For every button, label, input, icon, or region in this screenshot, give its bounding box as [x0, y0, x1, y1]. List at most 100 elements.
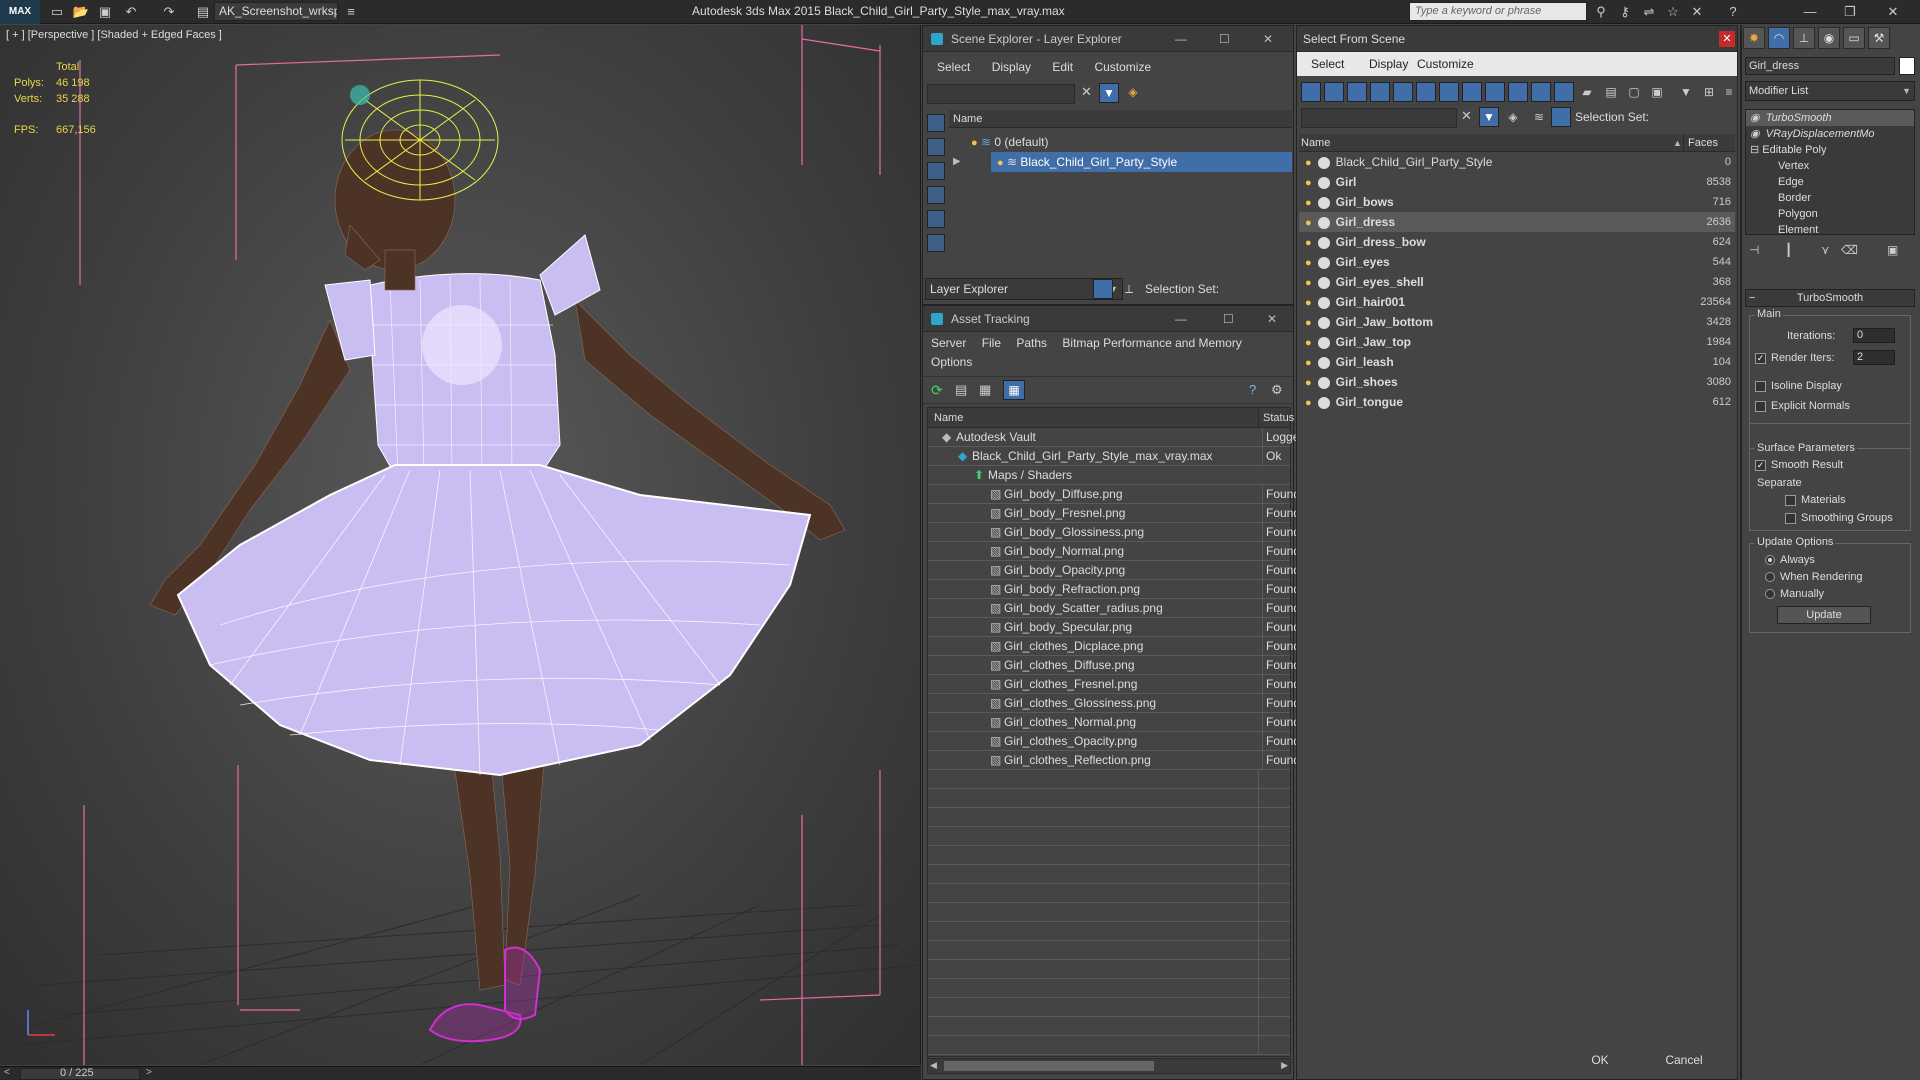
light-bulb-icon[interactable]: ●: [971, 137, 978, 149]
clear-find-icon[interactable]: ✕: [1081, 84, 1092, 100]
asset-row[interactable]: ▧ Girl_body_Fresnel.png Found: [928, 504, 1298, 523]
object-row[interactable]: ● Girl 8538: [1299, 172, 1735, 192]
light-bulb-icon[interactable]: ●: [1305, 397, 1312, 409]
layer-options-icon[interactable]: ◈: [1123, 83, 1143, 103]
asset-row[interactable]: ▧ Girl_body_Specular.png Found: [928, 618, 1298, 637]
menu-paths[interactable]: Paths: [1016, 336, 1047, 350]
table-view-icon[interactable]: ▦: [1003, 380, 1025, 400]
subobject-border[interactable]: Border: [1746, 190, 1914, 206]
iterations-spinner[interactable]: 0: [1853, 328, 1895, 343]
column-header-name[interactable]: Name: [934, 408, 963, 428]
pin-stack-icon[interactable]: ⊣: [1749, 243, 1759, 257]
collapse-icon[interactable]: ⊟: [1750, 144, 1759, 156]
display-spacewarps-icon[interactable]: [927, 234, 945, 252]
select-none-icon[interactable]: ▢: [1624, 82, 1644, 102]
asset-row[interactable]: ⬆ Maps / Shaders: [928, 466, 1290, 485]
display-shapes-icon[interactable]: [927, 138, 945, 156]
object-row[interactable]: ● Girl_leash 104: [1299, 352, 1735, 372]
update-button[interactable]: Update: [1777, 606, 1871, 624]
filter-icon[interactable]: ▼: [1676, 82, 1696, 102]
object-row[interactable]: ● Girl_hair001 23564: [1299, 292, 1735, 312]
hierarchy-icon[interactable]: ⊞: [1699, 82, 1719, 102]
display-shapes-icon[interactable]: [1324, 82, 1344, 102]
light-bulb-icon[interactable]: ●: [1305, 297, 1312, 309]
configure-sets-icon[interactable]: ▣: [1887, 243, 1898, 257]
tree-view-icon[interactable]: ▦: [979, 382, 991, 398]
perspective-viewport[interactable]: [ + ] [Perspective ] [Shaded + Edged Fac…: [0, 25, 921, 1065]
exchange-icon[interactable]: ✕: [1688, 3, 1706, 21]
light-bulb-icon[interactable]: ●: [1305, 257, 1312, 269]
object-row[interactable]: ● Black_Child_Girl_Party_Style 0: [1299, 152, 1735, 172]
object-row[interactable]: ● Girl_eyes_shell 368: [1299, 272, 1735, 292]
column-header-name[interactable]: Name: [949, 110, 1292, 128]
light-bulb-icon[interactable]: ●: [1305, 217, 1312, 229]
hierarchy-icon[interactable]: ⟂: [1119, 279, 1139, 299]
horizontal-scrollbar[interactable]: ◀ ▶: [927, 1058, 1291, 1074]
smooth-result-checkbox[interactable]: ✓ Smooth Result: [1755, 459, 1843, 471]
workspace-menu-icon[interactable]: ≡: [342, 3, 360, 21]
clear-find-icon[interactable]: ✕: [1461, 108, 1472, 124]
select-invert-icon[interactable]: ▣: [1647, 82, 1667, 102]
update-manually-radio[interactable]: Manually: [1765, 588, 1824, 600]
light-bulb-icon[interactable]: ●: [1305, 357, 1312, 369]
light-bulb-icon[interactable]: ◉: [1750, 112, 1760, 124]
time-next-icon[interactable]: >: [146, 1067, 152, 1078]
asset-row[interactable]: ▧ Girl_body_Refraction.png Found: [928, 580, 1298, 599]
asset-row[interactable]: ▧ Girl_body_Diffuse.png Found: [928, 485, 1298, 504]
update-when-rendering-radio[interactable]: When Rendering: [1765, 571, 1863, 583]
checkbox-unchecked-icon[interactable]: [1755, 400, 1766, 412]
radio-selected-icon[interactable]: [1765, 555, 1775, 566]
light-bulb-icon[interactable]: ●: [1305, 317, 1312, 329]
menu-select[interactable]: Select: [1311, 57, 1344, 71]
asset-row[interactable]: ▧ Girl_body_Scatter_radius.png Found: [928, 599, 1298, 618]
hierarchy-tab-icon[interactable]: ⊥: [1793, 27, 1815, 49]
subobject-edge[interactable]: Edge: [1746, 174, 1914, 190]
undo-icon[interactable]: ↶: [122, 3, 140, 21]
light-bulb-icon[interactable]: ●: [1305, 197, 1312, 209]
ok-button[interactable]: OK: [1573, 1050, 1627, 1072]
minimize-icon[interactable]: —: [1175, 26, 1187, 52]
settings-icon[interactable]: ⚙: [1271, 382, 1283, 398]
light-bulb-icon[interactable]: ◉: [1750, 128, 1760, 140]
display-bones-icon[interactable]: [1485, 82, 1505, 102]
object-row[interactable]: ● Girl_tongue 612: [1299, 392, 1735, 412]
asset-row[interactable]: ▧ Girl_clothes_Opacity.png Found: [928, 732, 1298, 751]
save-file-icon[interactable]: ▣: [96, 3, 114, 21]
minimize-icon[interactable]: —: [1795, 2, 1825, 22]
object-row[interactable]: ● Girl_dress_bow 624: [1299, 232, 1735, 252]
minimize-icon[interactable]: —: [1175, 306, 1187, 332]
asset-row[interactable]: ▧ Girl_clothes_Normal.png Found: [928, 713, 1298, 732]
menu-file[interactable]: File: [982, 336, 1001, 350]
menu-display[interactable]: Display: [1369, 57, 1408, 71]
menu-select[interactable]: Select: [937, 60, 970, 74]
menu-customize[interactable]: Customize: [1094, 60, 1151, 74]
display-hidden-icon[interactable]: [1554, 82, 1574, 102]
star-icon[interactable]: ☆: [1664, 3, 1682, 21]
restore-icon[interactable]: ❐: [1835, 2, 1865, 22]
scene-explorer-find-input[interactable]: [927, 84, 1075, 104]
time-prev-icon[interactable]: <: [4, 1067, 10, 1078]
subobject-polygon[interactable]: Polygon: [1746, 206, 1914, 222]
cancel-button[interactable]: Cancel: [1649, 1050, 1719, 1072]
turbosmooth-rollout-header[interactable]: − TurboSmooth: [1745, 289, 1915, 307]
column-header-status[interactable]: Status: [1258, 408, 1294, 428]
object-row[interactable]: ● Girl_bows 716: [1299, 192, 1735, 212]
help-icon[interactable]: ?: [1249, 382, 1256, 397]
redo-icon[interactable]: ↷: [160, 3, 178, 21]
layers-icon[interactable]: ≋: [1529, 107, 1549, 127]
asset-row[interactable]: ▧ Girl_body_Opacity.png Found: [928, 561, 1298, 580]
open-file-icon[interactable]: 📂: [72, 3, 90, 21]
list-icon[interactable]: ▤: [955, 382, 967, 398]
asset-row[interactable]: ▧ Girl_clothes_Diffuse.png Found: [928, 656, 1298, 675]
asset-row[interactable]: ▧ Girl_body_Normal.png Found: [928, 542, 1298, 561]
show-end-result-icon[interactable]: ┃: [1785, 243, 1792, 257]
object-row[interactable]: ● Girl_dress 2636: [1299, 212, 1735, 232]
display-groups-icon[interactable]: [1439, 82, 1459, 102]
menu-options[interactable]: Options: [931, 355, 972, 369]
asset-row[interactable]: ▧ Girl_clothes_Fresnel.png Found: [928, 675, 1298, 694]
column-header-name[interactable]: Name: [1301, 134, 1330, 152]
filter-icon[interactable]: ▼: [1099, 83, 1119, 103]
sort-ascending-icon[interactable]: ▲: [1673, 134, 1682, 152]
scene-explorer-titlebar[interactable]: Scene Explorer - Layer Explorer — ☐ ✕: [923, 26, 1293, 52]
utilities-tab-icon[interactable]: ⚒: [1868, 27, 1890, 49]
